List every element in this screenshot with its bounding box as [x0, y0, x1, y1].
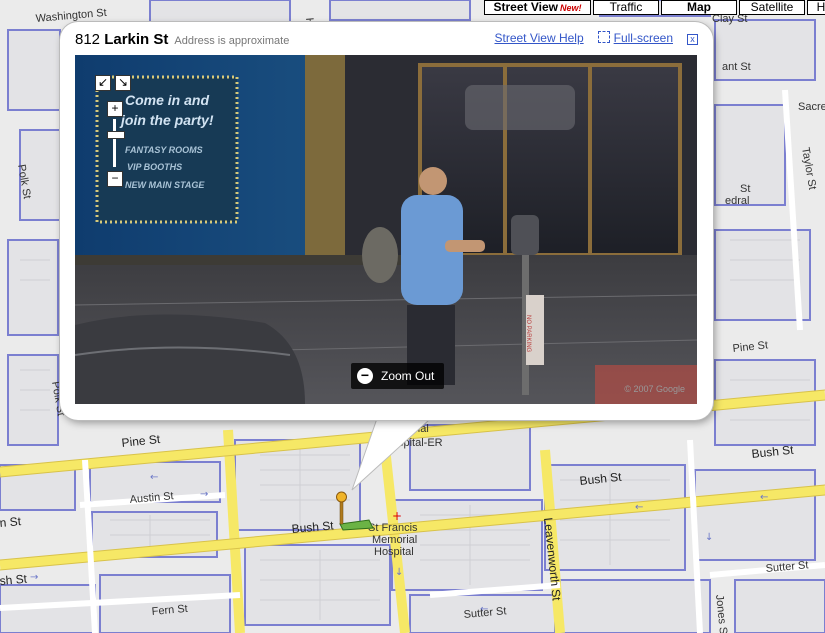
- label-st-francis-1: St Francis: [368, 522, 418, 534]
- zoom-out-label: Zoom Out: [381, 369, 435, 383]
- street-view-label: Street View: [493, 0, 558, 14]
- traffic-button[interactable]: Traffic: [593, 0, 659, 15]
- street-view-info-window: 812 Larkin St Address is approximate Stre…: [60, 22, 713, 420]
- copyright: © 2007 Google: [624, 384, 685, 394]
- address-approx-note: Address is approximate: [174, 35, 290, 47]
- address-street: Larkin St: [104, 31, 169, 48]
- info-window-links: Street View Help Full-screen x: [494, 31, 698, 45]
- address: 812 Larkin St: [75, 31, 168, 48]
- svg-text:←: ←: [150, 472, 158, 483]
- label-ant-st: ant St: [722, 61, 751, 73]
- street-view-panorama[interactable]: Come in and join the party! FANTASY ROOM…: [75, 55, 697, 404]
- new-badge: New!: [559, 3, 582, 13]
- sign-line-1: Come in and: [125, 92, 209, 108]
- svg-text:→: →: [200, 489, 208, 500]
- hybrid-button[interactable]: Hy: [807, 0, 825, 15]
- panorama-image: Come in and join the party! FANTASY ROOM…: [75, 55, 697, 404]
- satellite-button[interactable]: Satellite: [739, 0, 805, 15]
- sign-line-3: FANTASY ROOMS: [125, 145, 203, 155]
- no-parking-sign: NO PARKING: [525, 315, 531, 353]
- map-button[interactable]: Map: [661, 0, 737, 15]
- street-view-pegman-icon[interactable]: [335, 490, 375, 535]
- street-view-help-link[interactable]: Street View Help: [494, 31, 583, 45]
- sign-line-2: join the party!: [119, 112, 214, 128]
- label-st-francis-2: Memorial: [372, 534, 417, 546]
- zoom-out-button[interactable]: − Zoom Out: [351, 363, 445, 389]
- svg-text:→: →: [30, 572, 38, 583]
- label-bush-st-left: n St: [0, 514, 22, 530]
- address-number: 812: [75, 31, 101, 48]
- zoom-slider-handle[interactable]: [107, 131, 125, 139]
- fullscreen-icon[interactable]: [597, 31, 610, 43]
- label-cathedral: edral: [725, 195, 749, 207]
- pan-right-button[interactable]: ↘: [115, 75, 131, 91]
- street-view-button[interactable]: Street View New!: [484, 0, 591, 15]
- pan-left-button[interactable]: ↙: [95, 75, 111, 91]
- label-sacramento: Sacre: [798, 101, 825, 113]
- svg-text:←: ←: [760, 492, 768, 503]
- close-icon[interactable]: x: [687, 34, 698, 45]
- zoom-slider-track[interactable]: [113, 119, 116, 167]
- zoom-in-button[interactable]: +: [107, 101, 123, 117]
- info-window-header: 812 Larkin St Address is approximate Stre…: [75, 31, 698, 51]
- minus-icon: −: [357, 368, 373, 384]
- label-st-francis-3: Hospital: [374, 546, 414, 558]
- svg-text:↓: ↓: [395, 567, 403, 578]
- label-st: St: [740, 183, 750, 195]
- hospital-icon: +: [392, 509, 402, 523]
- map-type-bar: Street ViewNew! Traffic Map Satellite Hy: [484, 0, 825, 15]
- sign-line-5: NEW MAIN STAGE: [125, 180, 205, 190]
- label-sutter-st-left: sh St: [0, 572, 28, 588]
- svg-text:←: ←: [635, 502, 643, 513]
- sign-line-4: VIP BOOTHS: [127, 162, 182, 172]
- zoom-out-small-button[interactable]: −: [107, 171, 123, 187]
- fullscreen-link[interactable]: Full-screen: [614, 31, 673, 45]
- svg-text:↓: ↓: [705, 532, 713, 543]
